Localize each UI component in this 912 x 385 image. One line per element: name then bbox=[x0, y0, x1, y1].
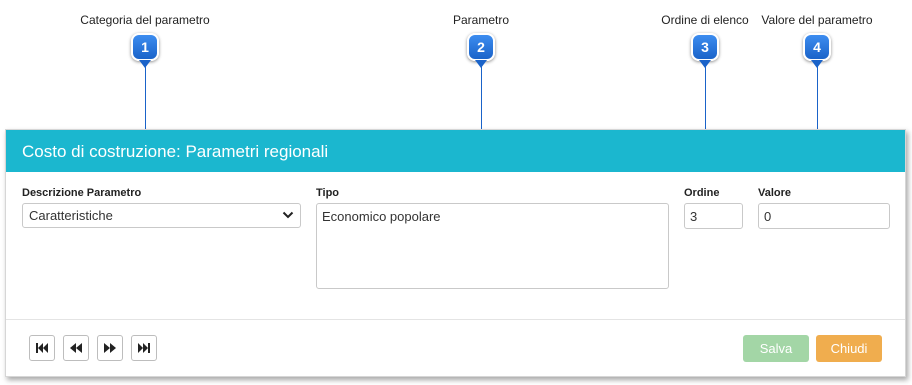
first-record-button[interactable] bbox=[29, 335, 55, 361]
callout-marker-1: 1 bbox=[131, 33, 159, 68]
previous-record-button[interactable] bbox=[63, 335, 89, 361]
descrizione-parametro-label: Descrizione Parametro bbox=[22, 187, 142, 199]
callout-marker-4: 4 bbox=[803, 33, 831, 68]
callout-label-2: Parametro bbox=[452, 13, 510, 27]
last-record-icon bbox=[138, 343, 150, 353]
save-button[interactable]: Salva bbox=[743, 335, 809, 362]
screenshot-stage: Categoria del parametro Parametro Ordine… bbox=[0, 0, 912, 385]
callout-label-1: Categoria del parametro bbox=[80, 13, 210, 27]
next-record-button[interactable] bbox=[97, 335, 123, 361]
callout-label-3: Ordine di elenco bbox=[661, 13, 749, 27]
previous-record-icon bbox=[70, 343, 82, 353]
descrizione-parametro-select[interactable]: Caratteristiche bbox=[22, 203, 301, 228]
callout-marker-2: 2 bbox=[467, 33, 495, 68]
tipo-textarea[interactable]: Economico popolare bbox=[316, 203, 669, 289]
parameter-dialog: Costo di costruzione: Parametri regional… bbox=[5, 129, 906, 377]
tipo-label: Tipo bbox=[316, 187, 340, 199]
callout-marker-3: 3 bbox=[691, 33, 719, 68]
descrizione-parametro-value: Caratteristiche bbox=[29, 208, 113, 223]
dialog-title: Costo di costruzione: Parametri regional… bbox=[6, 130, 905, 172]
close-button[interactable]: Chiudi bbox=[816, 335, 882, 362]
next-record-icon bbox=[104, 343, 116, 353]
valore-input[interactable]: 0 bbox=[758, 203, 890, 229]
last-record-button[interactable] bbox=[131, 335, 157, 361]
chevron-down-icon bbox=[282, 209, 294, 224]
first-record-icon bbox=[36, 343, 48, 353]
ordine-input[interactable]: 3 bbox=[684, 203, 743, 229]
valore-label: Valore bbox=[758, 187, 792, 199]
callout-label-4: Valore del parametro bbox=[761, 13, 873, 27]
ordine-label: Ordine bbox=[684, 187, 720, 199]
footer-divider bbox=[6, 319, 905, 320]
